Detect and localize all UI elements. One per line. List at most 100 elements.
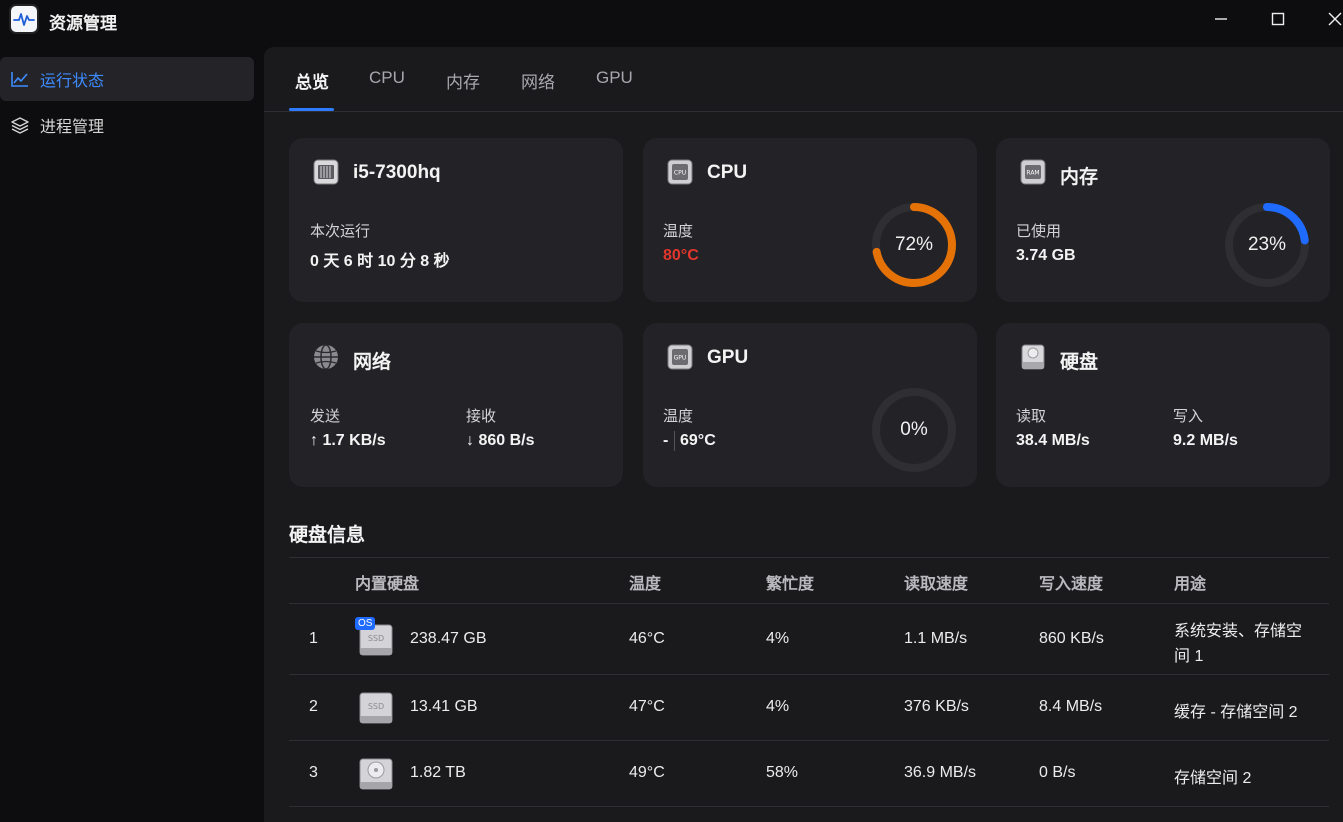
disk-title: 硬盘 bbox=[1060, 352, 1099, 373]
table-row[interactable]: 2 SSD 13.41 GB 47°C 4% 376 KB/s 8.4 MB/s… bbox=[289, 675, 1329, 741]
ssd-type-text: SSD bbox=[368, 702, 384, 711]
tab-memory[interactable]: 内存 bbox=[446, 68, 480, 93]
sidebar-item-label: 运行状态 bbox=[40, 73, 105, 90]
cpu-usage-text: 72% bbox=[894, 234, 934, 255]
tab-bar: 总览 CPU 内存 网络 GPU bbox=[264, 47, 1343, 112]
gpu-chip-text: GPU bbox=[674, 355, 687, 362]
maximize-icon bbox=[1271, 12, 1285, 26]
disk-size: 1.82 TB bbox=[410, 764, 466, 781]
disk-write-speed: 860 KB/s bbox=[1039, 630, 1104, 647]
network-recv-value: ↓ 860 B/s bbox=[466, 432, 535, 449]
disk-size: 13.41 GB bbox=[410, 698, 478, 715]
disk-read-speed: 36.9 MB/s bbox=[904, 764, 977, 781]
disk-read-value: 38.4 MB/s bbox=[1016, 432, 1090, 449]
disk-temp: 46°C bbox=[629, 630, 665, 647]
main-panel: 总览 CPU 内存 网络 GPU i5-7300hq 本次运行 0 天 6 时 … bbox=[264, 47, 1343, 822]
disk-write-value: 9.2 MB/s bbox=[1173, 432, 1238, 449]
maximize-button[interactable] bbox=[1265, 6, 1291, 32]
disk-card: 硬盘 读取 38.4 MB/s 写入 9.2 MB/s bbox=[996, 323, 1330, 487]
cpu-title: CPU bbox=[707, 162, 748, 183]
gpu-temp-divider bbox=[674, 431, 675, 451]
disk-table: 内置硬盘 温度 繁忙度 读取速度 写入速度 用途 1 SSD OS 238.47… bbox=[289, 557, 1329, 807]
network-title: 网络 bbox=[353, 352, 392, 373]
cpu-chip-text: CPU bbox=[674, 170, 686, 177]
disk-read-speed: 376 KB/s bbox=[904, 698, 969, 715]
disk-size: 238.47 GB bbox=[410, 630, 487, 647]
column-header-temp[interactable]: 温度 bbox=[629, 570, 661, 594]
network-recv-label: 接收 bbox=[466, 408, 497, 425]
ram-chip-icon: RAM bbox=[1018, 157, 1048, 187]
app-logo-icon bbox=[9, 4, 39, 34]
system-card: i5-7300hq 本次运行 0 天 6 时 10 分 8 秒 bbox=[289, 138, 623, 302]
gpu-temp-value-2: 69°C bbox=[680, 432, 716, 449]
disk-temp: 49°C bbox=[629, 764, 665, 781]
tab-overview[interactable]: 总览 bbox=[295, 68, 329, 93]
disk-usage-line1: 系统安装、存储空 bbox=[1174, 623, 1303, 640]
tab-cpu[interactable]: CPU bbox=[369, 68, 405, 88]
disk-table-header: 内置硬盘 温度 繁忙度 读取速度 写入速度 用途 bbox=[289, 557, 1329, 604]
disk-read-speed: 1.1 MB/s bbox=[904, 630, 968, 647]
disk-busy: 4% bbox=[766, 630, 790, 647]
sidebar-item-status[interactable]: 运行状态 bbox=[0, 57, 254, 101]
table-row[interactable]: 1 SSD OS 238.47 GB 46°C 4% 1.1 MB/s 860 … bbox=[289, 604, 1329, 675]
active-tab-indicator bbox=[289, 108, 334, 111]
memory-used-value: 3.74 GB bbox=[1016, 247, 1076, 264]
disk-usage-line2: 间 1 bbox=[1174, 648, 1204, 665]
processor-icon bbox=[311, 157, 341, 187]
cpu-chip-icon: CPU bbox=[665, 157, 695, 187]
hdd-icon bbox=[359, 758, 393, 790]
gpu-temp-label: 温度 bbox=[663, 408, 694, 425]
disk-write-label: 写入 bbox=[1173, 408, 1204, 425]
memory-title: 内存 bbox=[1060, 167, 1099, 188]
hard-drive-icon bbox=[1018, 342, 1048, 372]
cpu-temp-label: 温度 bbox=[663, 223, 694, 240]
processor-name: i5-7300hq bbox=[353, 162, 441, 183]
disk-read-label: 读取 bbox=[1016, 408, 1047, 425]
minimize-button[interactable] bbox=[1208, 6, 1234, 32]
tab-network[interactable]: 网络 bbox=[521, 68, 555, 93]
column-header-drive[interactable]: 内置硬盘 bbox=[355, 570, 419, 594]
network-card: 网络 发送 ↑ 1.7 KB/s 接收 ↓ 860 B/s bbox=[289, 323, 623, 487]
close-icon bbox=[1328, 12, 1342, 26]
disk-write-speed: 0 B/s bbox=[1039, 764, 1076, 781]
network-send-value: ↑ 1.7 KB/s bbox=[310, 432, 386, 449]
row-index: 2 bbox=[309, 698, 318, 715]
memory-used-label: 已使用 bbox=[1016, 223, 1062, 240]
gpu-temp-value-1: - bbox=[663, 432, 669, 449]
disk-busy: 58% bbox=[766, 764, 799, 781]
uptime-value: 0 天 6 时 10 分 8 秒 bbox=[310, 253, 450, 270]
row-index: 3 bbox=[309, 764, 318, 781]
ssd-type-text: SSD bbox=[368, 634, 384, 643]
globe-icon bbox=[311, 342, 341, 372]
gpu-chip-icon: GPU bbox=[665, 342, 695, 372]
app-title: 资源管理 bbox=[49, 14, 117, 33]
row-index: 1 bbox=[309, 630, 318, 647]
column-header-usage[interactable]: 用途 bbox=[1174, 570, 1206, 594]
gpu-card: GPU GPU 温度 - 69°C 0% bbox=[643, 323, 977, 487]
minimize-icon bbox=[1215, 18, 1227, 20]
ram-chip-text: RAM bbox=[1026, 170, 1039, 177]
uptime-label: 本次运行 bbox=[310, 223, 371, 240]
cpu-temp-value: 80°C bbox=[663, 247, 699, 264]
network-send-label: 发送 bbox=[310, 408, 341, 425]
disk-write-speed: 8.4 MB/s bbox=[1039, 698, 1103, 715]
disk-info-title: 硬盘信息 bbox=[289, 525, 366, 546]
gpu-usage-text: 0% bbox=[900, 419, 928, 440]
sidebar-item-label: 进程管理 bbox=[40, 119, 105, 136]
disk-usage-line1: 缓存 - 存储空间 2 bbox=[1174, 704, 1298, 721]
disk-temp: 47°C bbox=[629, 698, 665, 715]
tab-gpu[interactable]: GPU bbox=[596, 68, 633, 88]
close-button[interactable] bbox=[1322, 6, 1343, 32]
column-header-busy[interactable]: 繁忙度 bbox=[766, 570, 814, 594]
sidebar-item-processes[interactable]: 进程管理 bbox=[0, 103, 254, 147]
ssd-icon: SSD bbox=[359, 692, 393, 724]
table-row[interactable]: 3 1.82 TB 49°C 58% 36.9 MB/s 0 B/s 存储空间 … bbox=[289, 741, 1329, 807]
title-bar: 资源管理 bbox=[0, 0, 1343, 40]
layers-icon bbox=[10, 115, 30, 135]
column-header-write[interactable]: 写入速度 bbox=[1039, 570, 1103, 594]
column-header-read[interactable]: 读取速度 bbox=[904, 570, 968, 594]
os-badge: OS bbox=[355, 617, 376, 630]
memory-card: RAM 内存 已使用 3.74 GB 23% bbox=[996, 138, 1330, 302]
disk-usage-line1: 存储空间 2 bbox=[1174, 770, 1252, 787]
line-chart-icon bbox=[10, 69, 30, 89]
